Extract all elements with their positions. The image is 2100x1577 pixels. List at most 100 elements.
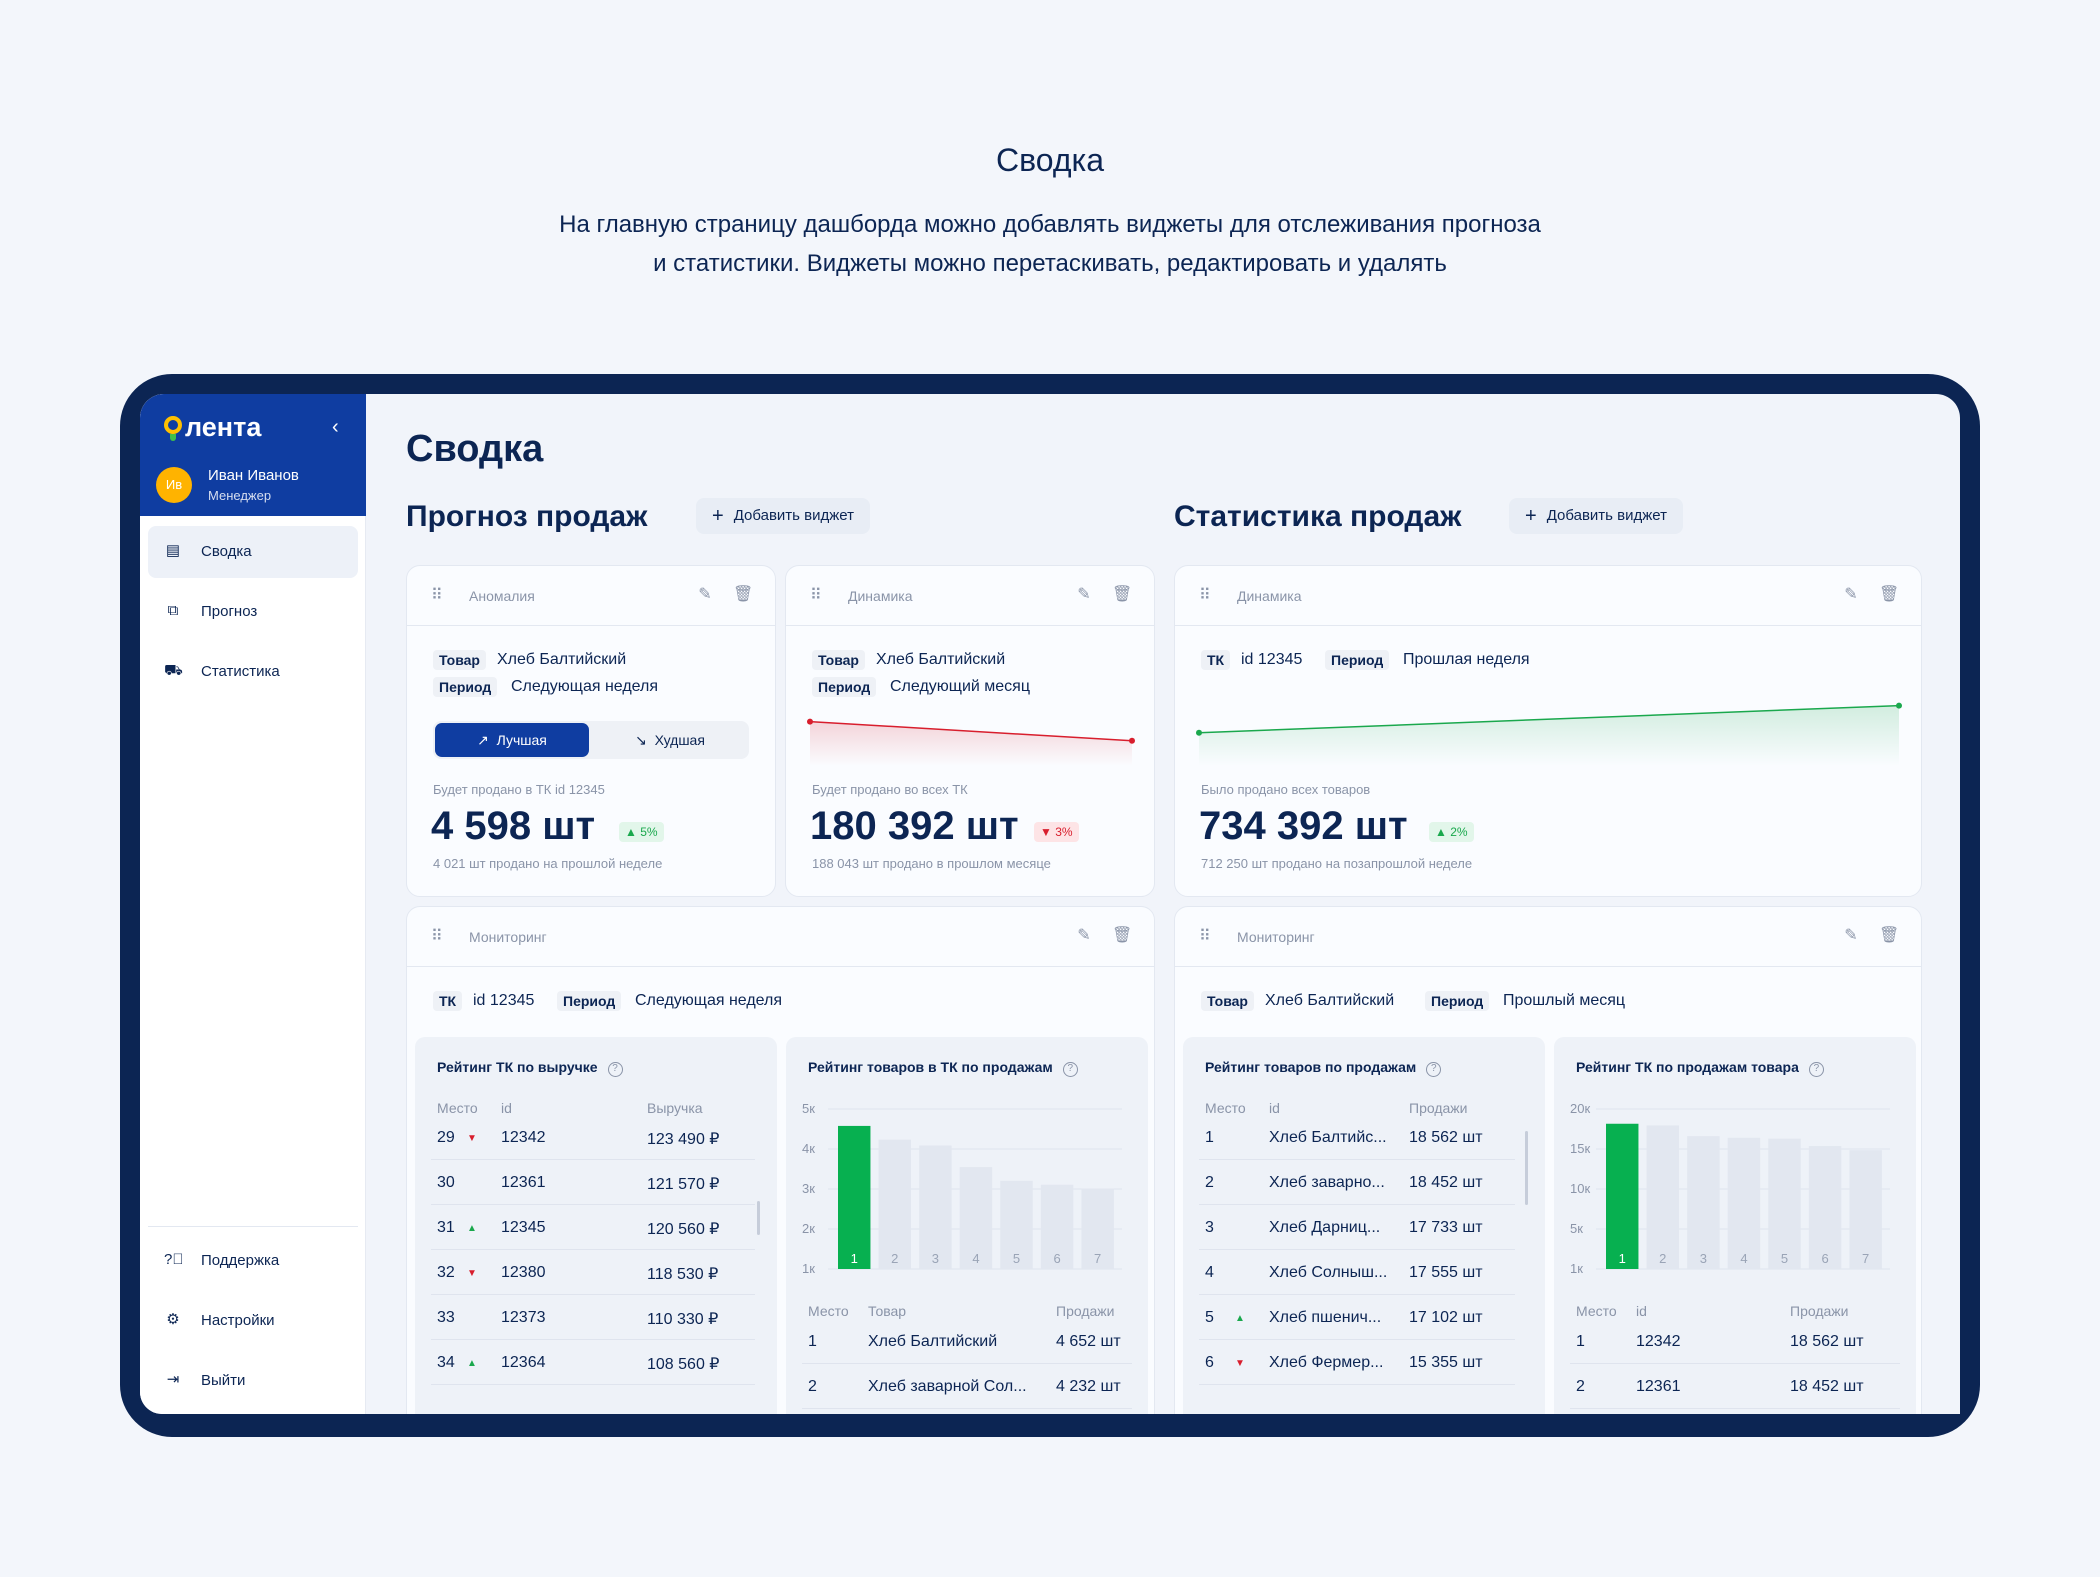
edit-icon[interactable]: ✎ xyxy=(1074,584,1094,604)
place-cell: 31 xyxy=(437,1219,455,1236)
product-tag: Товар xyxy=(433,650,486,670)
delta-badge: ▲ 2% xyxy=(1429,822,1474,842)
id-cell: 12361 xyxy=(501,1174,546,1191)
bar-category-label: 3 xyxy=(1700,1251,1707,1266)
sidebar-item-label: Выйти xyxy=(201,1372,246,1389)
edit-icon[interactable]: ✎ xyxy=(1074,925,1094,945)
add-forecast-widget-button[interactable]: + Добавить виджет xyxy=(696,498,870,534)
table-row[interactable]: 33 12373 110 330 ₽ xyxy=(431,1295,755,1340)
sidebar-item-label: Прогноз xyxy=(201,603,258,620)
series-area xyxy=(810,721,1132,766)
delete-icon[interactable]: 🗑 xyxy=(733,584,753,604)
forecast-value: 180 392 шт xyxy=(810,804,1019,848)
help-icon[interactable]: ? xyxy=(1062,1062,1078,1077)
sidebar-item-logout[interactable]: ⇥ Выйти xyxy=(148,1355,358,1407)
table-row[interactable]: 31 12345 120 560 ₽ ▲ xyxy=(431,1205,755,1250)
period-value: Следующий месяц xyxy=(890,678,1030,695)
table-row[interactable]: 4 Хлеб Солныш... 17 555 шт xyxy=(1199,1250,1515,1295)
help-icon[interactable]: ? xyxy=(1808,1062,1824,1077)
panel-title: Рейтинг ТК по выручке? xyxy=(437,1059,623,1077)
table-row[interactable]: 3 Хлеб Дарниц... 17 733 шт xyxy=(1199,1205,1515,1250)
scrollbar[interactable] xyxy=(1525,1131,1528,1205)
add-stats-widget-button[interactable]: + Добавить виджет xyxy=(1509,498,1683,534)
goods-rating-panel: Рейтинг товаров в ТК по продажам? 1к 2к 3к… xyxy=(786,1037,1148,1414)
place-cell: 32 xyxy=(437,1264,455,1281)
table-row[interactable]: 32 12380 118 530 ₽ ▼ xyxy=(431,1250,755,1295)
table-row[interactable]: 29 12342 123 490 ₽ ▼ xyxy=(431,1115,755,1160)
delta-value: 3% xyxy=(1055,825,1073,839)
place-cell: 29 xyxy=(437,1129,455,1146)
sidebar-item-summary[interactable]: ▤ Сводка xyxy=(148,526,358,578)
sidebar-item-statistics[interactable]: ⛟ Статистика xyxy=(148,646,358,698)
worst-toggle-button[interactable]: ↘ Худшая xyxy=(593,723,747,757)
avatar[interactable]: Ив xyxy=(156,467,192,503)
table-row[interactable]: 2 12361 18 452 шт xyxy=(1570,1364,1900,1409)
delete-icon[interactable]: 🗑 xyxy=(1879,584,1899,604)
dynamics-stats-widget: ⠿ Динамика ✎ 🗑 ТК id 12345 Период Прошла… xyxy=(1174,565,1922,897)
drag-handle-icon[interactable]: ⠿ xyxy=(810,588,822,604)
revenue-cell: 123 490 ₽ xyxy=(647,1131,720,1148)
widget-footnote: 188 043 шт продано в прошлом месяце xyxy=(812,856,1051,871)
sidebar: лента ‹ Ив Иван Иванов Менеджер ▤ Сводка… xyxy=(140,394,366,1414)
drag-handle-icon[interactable]: ⠿ xyxy=(1199,588,1211,604)
id-cell: 12364 xyxy=(501,1354,546,1371)
product-cell: Хлеб Дарниц... xyxy=(1269,1219,1381,1236)
column-header: id xyxy=(1636,1303,1647,1319)
scrollbar[interactable] xyxy=(757,1201,760,1235)
widget-caption: Будет продано во всех ТК xyxy=(812,782,968,797)
tk-tag: ТК xyxy=(1201,650,1231,670)
table-row[interactable]: 2 Хлеб заварной Сол... 4 232 шт xyxy=(802,1364,1132,1409)
forecast-section-title: Прогноз продаж xyxy=(406,500,648,533)
plus-icon: + xyxy=(712,505,724,527)
revenue-cell: 110 330 ₽ xyxy=(647,1311,719,1328)
drag-handle-icon[interactable]: ⠿ xyxy=(431,929,443,945)
delete-icon[interactable]: 🗑 xyxy=(1112,584,1132,604)
id-cell: 12380 xyxy=(501,1264,546,1281)
table-row[interactable]: 2 Хлеб заварно... 18 452 шт xyxy=(1199,1160,1515,1205)
sidebar-item-settings[interactable]: ⚙ Настройки xyxy=(148,1295,358,1347)
arrow-down-icon: ▼ xyxy=(1040,825,1052,839)
edit-icon[interactable]: ✎ xyxy=(1841,584,1861,604)
collapse-sidebar-icon[interactable]: ‹ xyxy=(332,416,339,439)
product-cell: Хлеб Балтийс... xyxy=(1269,1129,1387,1146)
place-cell: 5 xyxy=(1205,1309,1214,1326)
delete-icon[interactable]: 🗑 xyxy=(1879,925,1899,945)
delete-icon[interactable]: 🗑 xyxy=(1112,925,1132,945)
table-row[interactable]: 1 Хлеб Балтийс... 18 562 шт xyxy=(1199,1115,1515,1160)
sidebar-item-label: Настройки xyxy=(201,1312,275,1329)
edit-icon[interactable]: ✎ xyxy=(695,584,715,604)
stats-value: 734 392 шт xyxy=(1199,804,1408,848)
sidebar-item-support[interactable]: ?⃝ Поддержка xyxy=(148,1235,358,1287)
product-tag: Товар xyxy=(812,650,865,670)
widget-header: ⠿ Мониторинг ✎ 🗑 xyxy=(1175,907,1921,967)
table-row[interactable]: 5 Хлеб пшенич... 17 102 шт ▲ xyxy=(1199,1295,1515,1340)
table-row[interactable]: 1 12342 18 562 шт xyxy=(1570,1319,1900,1364)
table-row[interactable]: 34 12364 108 560 ₽ ▲ xyxy=(431,1340,755,1385)
sales-cell: 18 452 шт xyxy=(1790,1378,1864,1395)
column-header: Место xyxy=(1576,1303,1617,1319)
place-cell: 34 xyxy=(437,1354,455,1371)
sidebar-item-forecast[interactable]: ⧉ Прогноз xyxy=(148,586,358,638)
product-cell: Хлеб Балтийский xyxy=(868,1333,998,1350)
table-row[interactable]: 30 12361 121 570 ₽ xyxy=(431,1160,755,1205)
revenue-cell: 118 530 ₽ xyxy=(647,1266,719,1283)
drag-handle-icon[interactable]: ⠿ xyxy=(1199,929,1211,945)
table-row[interactable]: 1 Хлеб Балтийский 4 652 шт xyxy=(802,1319,1132,1364)
drag-handle-icon[interactable]: ⠿ xyxy=(431,588,443,604)
widget-footnote: 4 021 шт продано на прошлой неделе xyxy=(433,856,663,871)
period-value: Прошлая неделя xyxy=(1403,651,1530,668)
intro-line-1: На главную страницу дашборда можно добав… xyxy=(559,211,1541,238)
help-icon[interactable]: ? xyxy=(1426,1062,1442,1077)
user-role: Менеджер xyxy=(208,488,272,503)
y-tick-label: 1к xyxy=(1570,1261,1583,1276)
period-tag: Период xyxy=(1425,991,1490,1011)
dynamics-line-chart xyxy=(807,718,1135,766)
best-label: Лучшая xyxy=(496,732,547,748)
edit-icon[interactable]: ✎ xyxy=(1841,925,1861,945)
best-toggle-button[interactable]: ↗ Лучшая xyxy=(435,723,589,757)
bar-category-label: 4 xyxy=(972,1251,979,1266)
help-icon[interactable]: ? xyxy=(607,1062,623,1077)
table-row[interactable]: 6 Хлеб Фермер... 15 355 шт ▼ xyxy=(1199,1340,1515,1385)
series-area xyxy=(1199,705,1899,766)
revenue-rating-panel: Рейтинг ТК по выручке? Место id Выручка … xyxy=(415,1037,777,1414)
